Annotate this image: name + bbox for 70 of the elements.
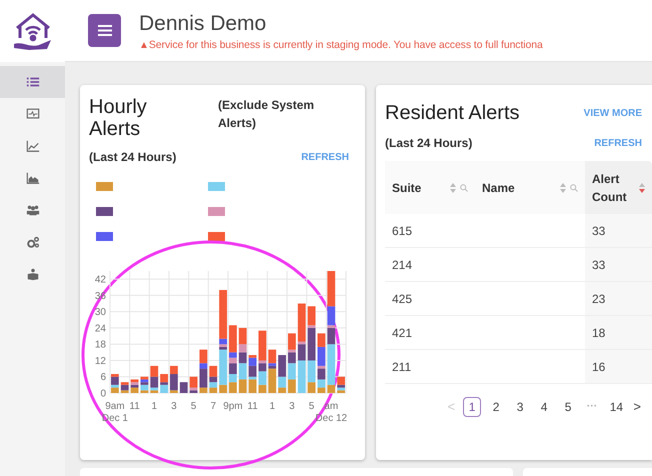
table-cell-text: 33 <box>592 256 606 274</box>
x-tick-label: 3 <box>171 401 177 412</box>
table-cell-text: 33 <box>592 222 606 240</box>
sort-icon[interactable] <box>639 182 645 192</box>
table-cell-text: 425 <box>392 290 412 308</box>
x-tick-label: 9pm <box>223 401 243 412</box>
page-button[interactable]: 3 <box>511 397 530 417</box>
x-tick-label: 5 <box>308 401 314 412</box>
line-chart-icon <box>26 139 40 153</box>
sort-icon[interactable] <box>450 182 456 192</box>
column-header[interactable]: Suite <box>385 161 475 214</box>
y-tick-label: 12 <box>94 356 106 367</box>
page-button[interactable]: 2 <box>487 397 506 417</box>
group-icon <box>26 203 40 217</box>
bar-segment <box>238 379 247 393</box>
y-tick-label: 0 <box>100 388 106 400</box>
exclude-note: (Exclude System Alerts) <box>218 97 316 132</box>
bar-segment <box>150 366 158 377</box>
legend-swatch[interactable] <box>96 182 113 191</box>
table-cell-text: 214 <box>392 256 412 274</box>
staging-warning: Service for this business is currently in staging mode. You have access to full functiona <box>148 38 543 53</box>
column-header[interactable]: Name <box>475 161 585 214</box>
x-tick-label: 1 <box>151 401 158 412</box>
x-tick-label: 1 <box>269 401 276 412</box>
table-cell-text: 16 <box>592 358 606 376</box>
page-button[interactable]: 5 <box>559 397 578 417</box>
warning-icon: ▲ <box>139 38 149 53</box>
table-cell-text: 211 <box>392 358 412 376</box>
monitor-pulse-icon <box>26 107 40 121</box>
sort-icon[interactable] <box>560 182 566 192</box>
x-tick-label: 5 <box>190 401 196 412</box>
search-icon[interactable] <box>460 184 468 192</box>
table-cell-text: 18 <box>592 324 606 342</box>
y-tick-label: 18 <box>94 340 106 351</box>
menu-button[interactable] <box>88 14 121 47</box>
person-box-icon <box>26 267 40 281</box>
card-title: Resident Alerts <box>385 101 520 126</box>
menu-icon <box>98 25 112 36</box>
card-subtitle: (Last 24 Hours) <box>89 149 176 166</box>
y-tick-label: 30 <box>94 307 106 318</box>
y-tick-label: 24 <box>94 323 106 334</box>
list-icon <box>26 75 40 89</box>
x-tick-label: 3 <box>289 401 295 412</box>
column-header[interactable]: Alert Count <box>585 161 652 214</box>
gears-icon <box>26 235 40 249</box>
x-tick-label: 11 <box>129 401 140 412</box>
x-tick-label: 7 <box>210 401 216 412</box>
table-cell-text: 23 <box>592 290 606 308</box>
page-button[interactable]: 4 <box>535 397 554 417</box>
legend-swatch[interactable] <box>208 207 225 216</box>
table-cell-text: 615 <box>392 222 412 240</box>
legend-swatch[interactable] <box>208 232 225 241</box>
search-icon[interactable] <box>570 184 578 192</box>
y-tick-label: 42 <box>94 274 106 286</box>
table-cell-text: 421 <box>392 324 412 342</box>
y-tick-label: 6 <box>100 372 106 384</box>
x-tick-label: 11 <box>247 401 258 412</box>
next-page-button[interactable]: > <box>631 397 643 417</box>
sidebar-item[interactable] <box>0 66 65 98</box>
area-chart-icon <box>26 171 40 185</box>
bar-segment <box>180 382 188 393</box>
legend-swatch[interactable] <box>96 232 113 241</box>
legend-swatch[interactable] <box>208 182 225 191</box>
x-tick-label: 9am <box>105 401 125 412</box>
page-title: Dennis Demo <box>139 12 268 36</box>
legend-swatch[interactable] <box>96 207 113 216</box>
page-button[interactable]: 14 <box>607 397 626 417</box>
card-title: Hourly Alerts <box>89 96 148 140</box>
card-subtitle: (Last 24 Hours) <box>385 135 472 152</box>
page-button[interactable]: 1 <box>463 397 482 417</box>
